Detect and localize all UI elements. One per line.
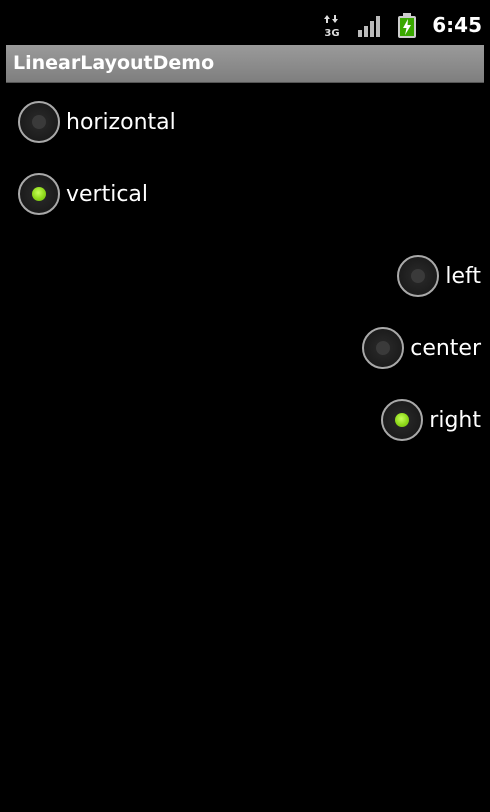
- radio-indicator: [32, 115, 46, 129]
- radio-button[interactable]: [397, 255, 440, 297]
- radio-label-vertical: vertical: [66, 181, 149, 207]
- radio-option-vertical[interactable]: vertical: [18, 171, 148, 217]
- radio-option-left[interactable]: left: [397, 253, 481, 299]
- 3g-network-icon: 3G: [324, 15, 340, 38]
- radio-indicator: [411, 269, 426, 283]
- clock-time: 6:45: [432, 13, 482, 37]
- radio-button[interactable]: [18, 101, 60, 143]
- network-type-label: 3G: [324, 28, 339, 38]
- radio-label-right: right: [429, 407, 481, 433]
- battery-charging-icon: [398, 13, 416, 38]
- radio-option-horizontal[interactable]: horizontal: [18, 99, 176, 145]
- radio-indicator: [32, 187, 46, 201]
- radio-label-center: center: [410, 335, 481, 361]
- status-bar: 3G 6:45: [0, 0, 490, 45]
- radio-option-center[interactable]: center: [362, 325, 481, 371]
- radio-option-right[interactable]: right: [381, 397, 481, 443]
- app-title-bar: LinearLayoutDemo: [6, 45, 484, 83]
- radio-indicator: [376, 341, 391, 355]
- radio-indicator: [395, 413, 410, 427]
- radio-button[interactable]: [381, 399, 424, 441]
- radio-button[interactable]: [362, 327, 405, 369]
- signal-bars-icon: [358, 16, 380, 37]
- radio-button[interactable]: [18, 173, 60, 215]
- radio-label-horizontal: horizontal: [66, 109, 176, 135]
- app-title: LinearLayoutDemo: [13, 52, 215, 74]
- radio-label-left: left: [445, 263, 481, 289]
